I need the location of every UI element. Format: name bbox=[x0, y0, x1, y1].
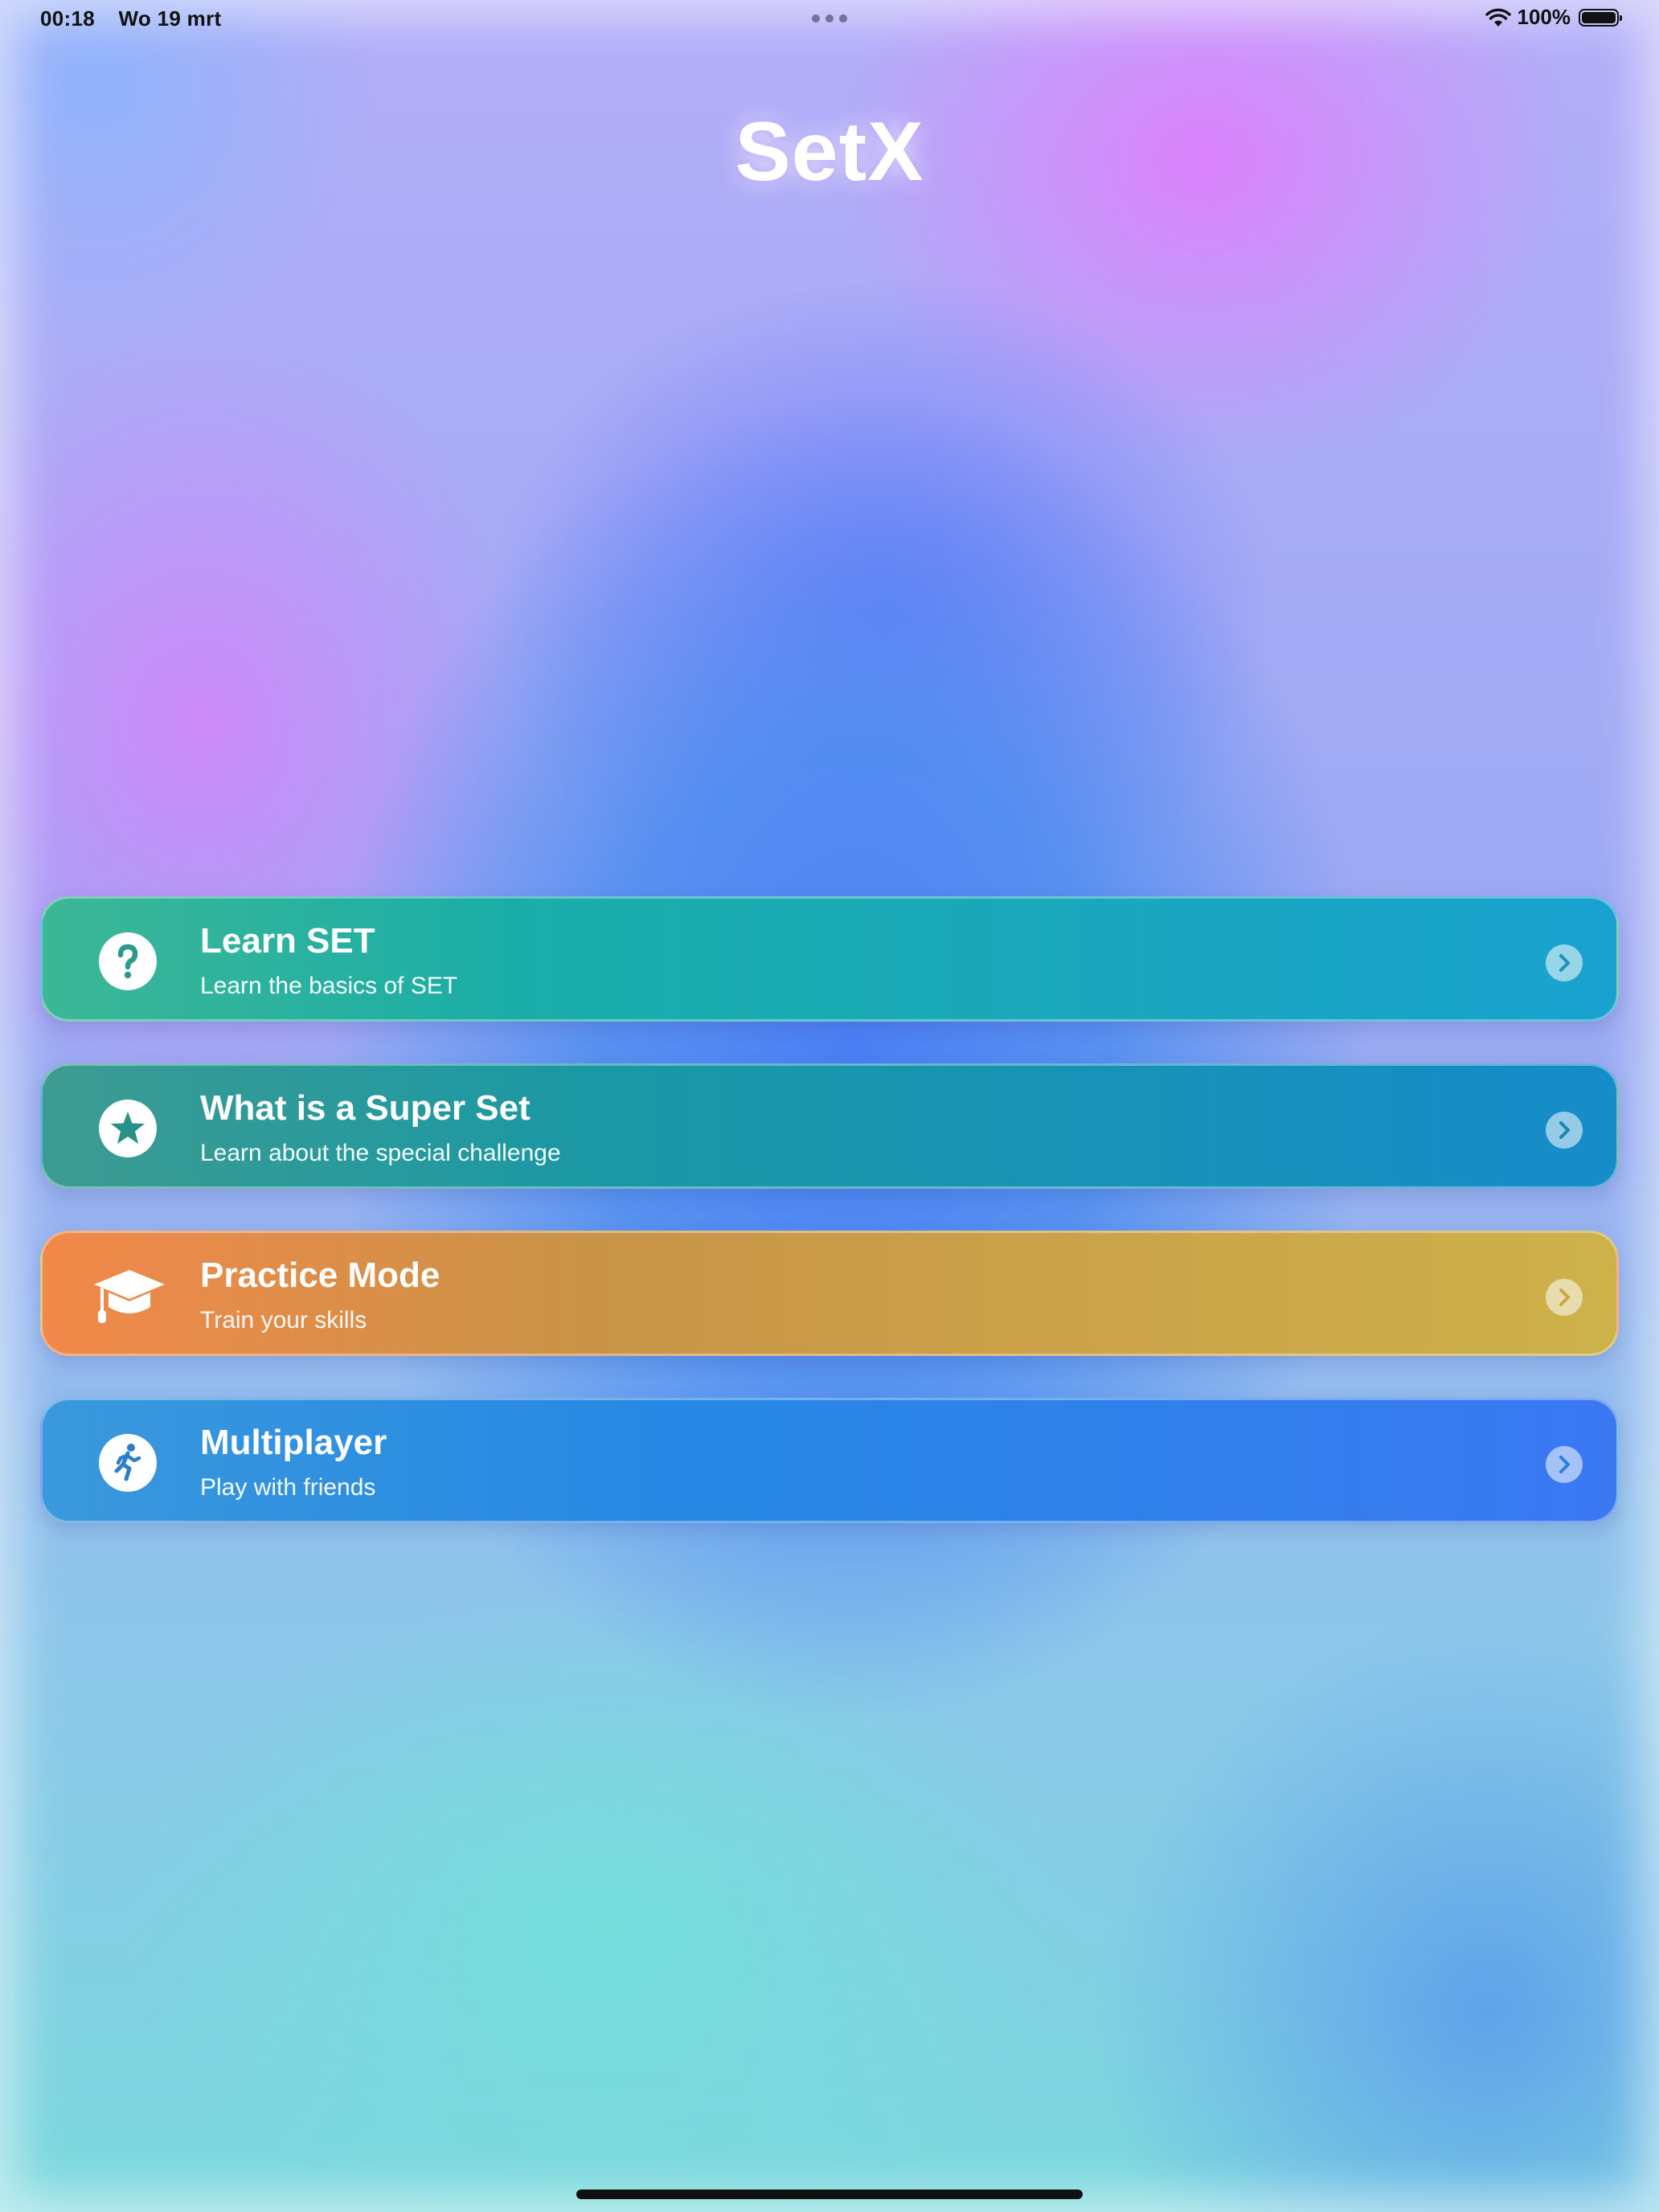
running-person-icon bbox=[99, 1434, 157, 1492]
multitasking-dots-icon[interactable] bbox=[812, 14, 847, 23]
chevron-right-icon bbox=[1546, 1279, 1583, 1316]
battery-percentage: 100% bbox=[1517, 5, 1571, 29]
multiplayer-button[interactable]: Multiplayer Play with friends bbox=[40, 1398, 1619, 1523]
learn-set-button[interactable]: Learn SET Learn the basics of SET bbox=[40, 896, 1619, 1022]
status-bar-right: 100% bbox=[1485, 5, 1622, 30]
app-title: SetX bbox=[735, 105, 924, 199]
chevron-right-icon bbox=[1546, 1446, 1583, 1483]
learn-set-title: Learn SET bbox=[200, 921, 375, 961]
super-set-title: What is a Super Set bbox=[200, 1088, 530, 1128]
super-set-subtitle: Learn about the special challenge bbox=[200, 1140, 561, 1166]
main-menu: Learn SET Learn the basics of SET What i… bbox=[40, 896, 1619, 1565]
home-indicator[interactable] bbox=[576, 2189, 1083, 2199]
status-bar-left: 00:18 Wo 19 mrt bbox=[40, 6, 239, 31]
star-icon bbox=[99, 1100, 157, 1157]
status-time: 00:18 bbox=[40, 6, 95, 31]
super-set-button[interactable]: What is a Super Set Learn about the spec… bbox=[40, 1063, 1619, 1189]
question-mark-icon bbox=[99, 932, 157, 990]
wifi-icon bbox=[1485, 8, 1511, 27]
chevron-right-icon bbox=[1546, 944, 1583, 981]
practice-mode-subtitle: Train your skills bbox=[200, 1307, 367, 1333]
graduation-cap-icon bbox=[91, 1257, 168, 1334]
multiplayer-subtitle: Play with friends bbox=[200, 1474, 376, 1501]
status-date: Wo 19 mrt bbox=[118, 6, 222, 31]
multiplayer-title: Multiplayer bbox=[200, 1423, 387, 1462]
practice-mode-button[interactable]: Practice Mode Train your skills bbox=[40, 1231, 1619, 1356]
learn-set-subtitle: Learn the basics of SET bbox=[200, 973, 458, 999]
chevron-right-icon bbox=[1546, 1112, 1583, 1149]
battery-icon bbox=[1579, 8, 1622, 27]
practice-mode-title: Practice Mode bbox=[200, 1256, 440, 1295]
